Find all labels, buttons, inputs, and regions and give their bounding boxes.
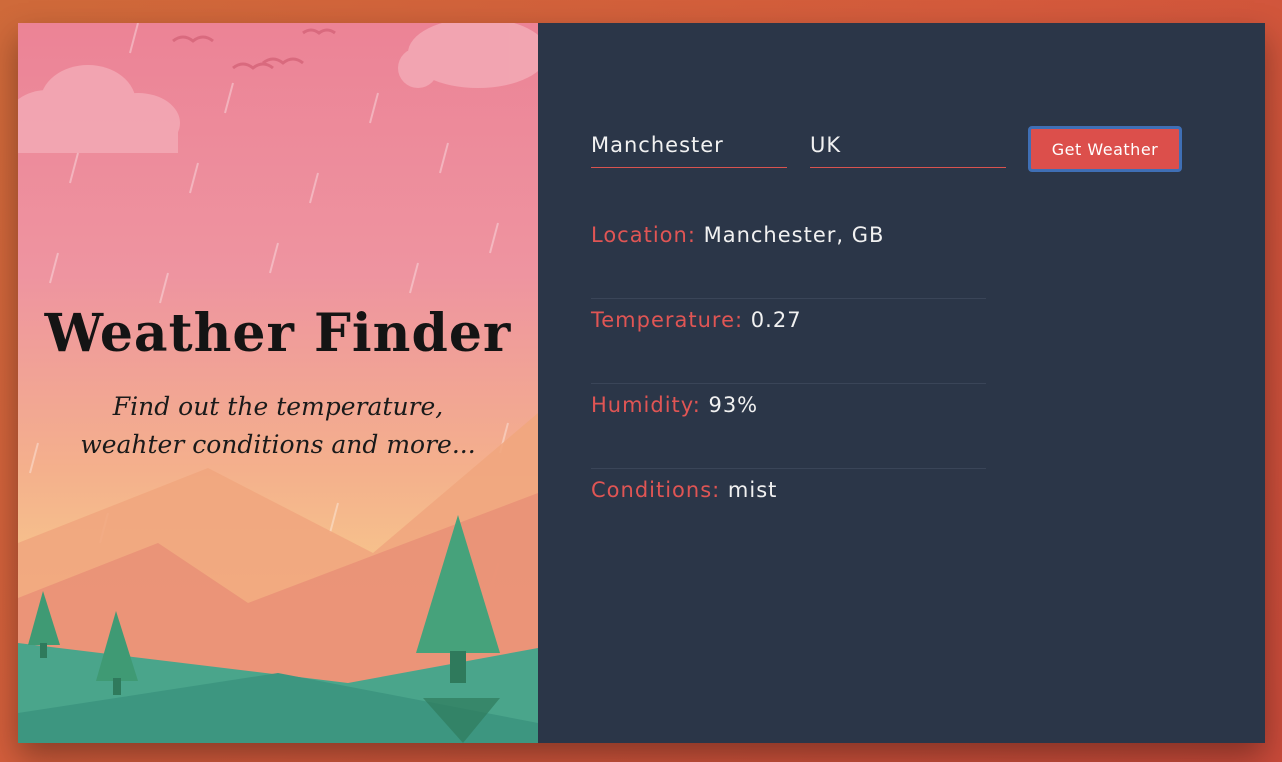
get-weather-button[interactable]: Get Weather: [1028, 126, 1182, 172]
birds: [172, 28, 336, 70]
cloud-left: [18, 65, 180, 153]
subtitle-line-1: Find out the temperature,: [112, 392, 444, 421]
subtitle-line-2: weahter conditions and more...: [80, 430, 476, 459]
temperature-value: 0.27: [750, 308, 802, 332]
result-humidity: Humidity: 93%: [591, 384, 986, 469]
temperature-label: Temperature:: [591, 308, 744, 332]
location-label: Location:: [591, 223, 696, 247]
humidity-value: 93%: [708, 393, 759, 417]
result-conditions: Conditions: mist: [591, 469, 986, 554]
humidity-label: Humidity:: [591, 393, 701, 417]
country-input[interactable]: [810, 123, 1006, 168]
weather-panel: Get Weather Location: Manchester, GB Tem…: [538, 23, 1265, 743]
cloud-right: [398, 23, 538, 88]
app-title: Weather Finder: [44, 303, 512, 364]
result-location: Location: Manchester, GB: [591, 214, 986, 299]
city-input[interactable]: [591, 123, 787, 168]
location-value: Manchester, GB: [703, 223, 885, 247]
result-temperature: Temperature: 0.27: [591, 299, 986, 384]
conditions-value: mist: [727, 478, 778, 502]
conditions-label: Conditions:: [591, 478, 721, 502]
hero-text: Weather Finder Find out the temperature,…: [18, 303, 538, 464]
app-window: Weather Finder Find out the temperature,…: [18, 23, 1265, 743]
app-subtitle: Find out the temperature, weahter condit…: [18, 388, 538, 464]
hero-panel: Weather Finder Find out the temperature,…: [18, 23, 538, 743]
